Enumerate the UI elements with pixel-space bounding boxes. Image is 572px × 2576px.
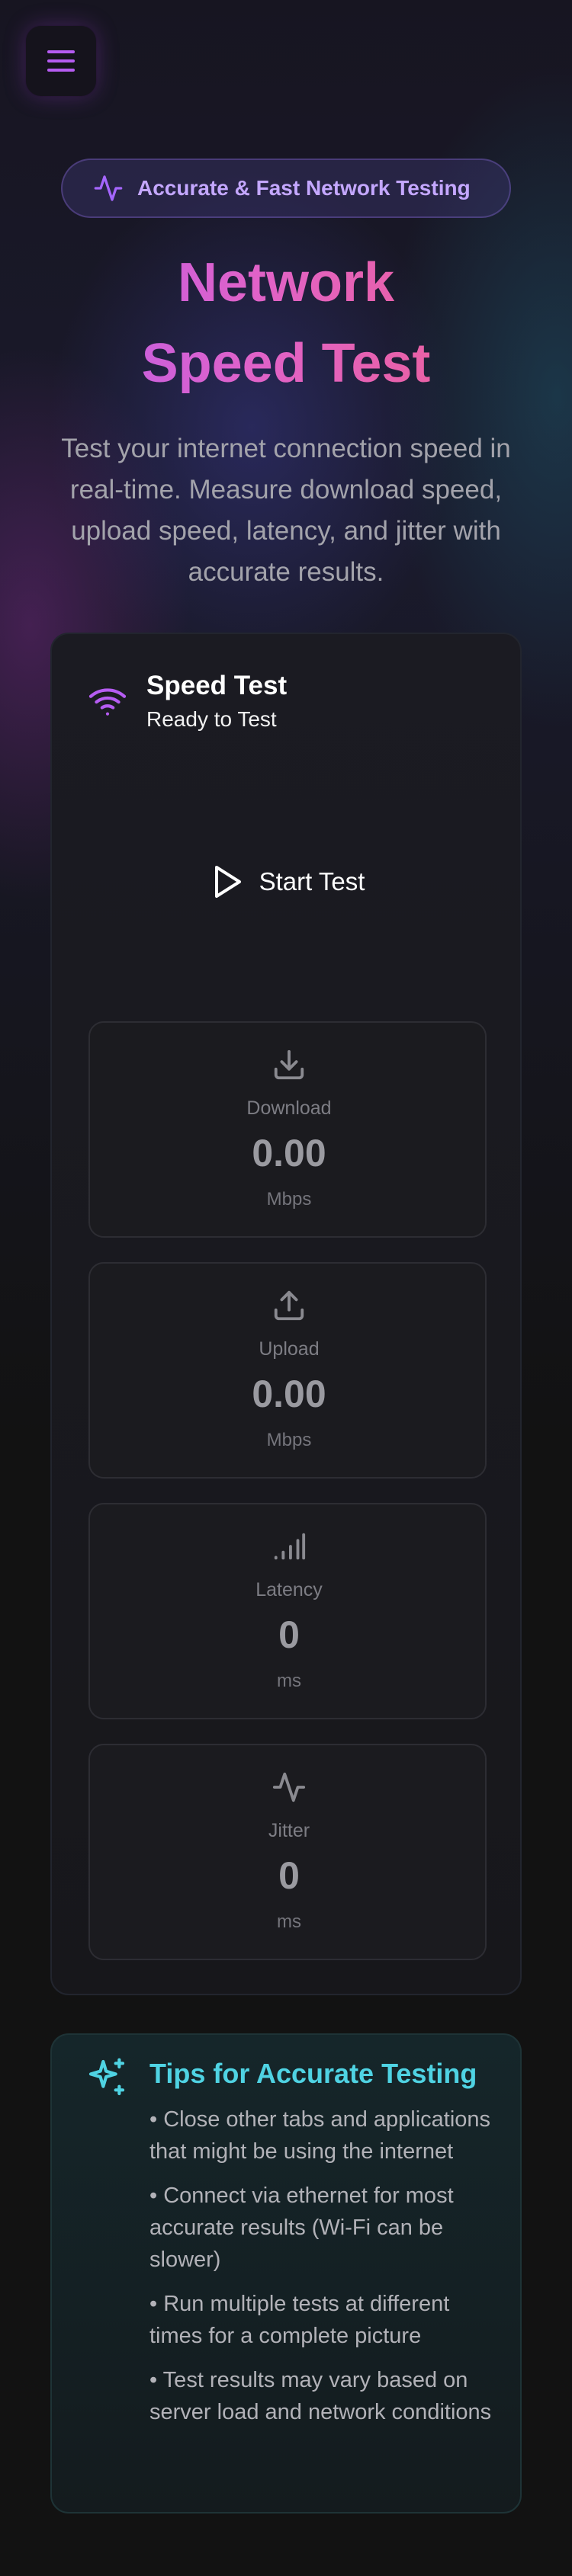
download-unit: Mbps — [266, 1189, 312, 1210]
download-label: Download — [246, 1097, 332, 1119]
tip-item: • Close other tabs and applications that… — [149, 2107, 491, 2164]
signal-bars-icon — [274, 1533, 306, 1560]
page-title: Network Speed Test — [0, 242, 572, 404]
page-subtitle: Test your internet connection speed in r… — [61, 434, 511, 587]
play-icon — [214, 866, 241, 898]
speed-test-title: Speed Test — [146, 671, 288, 700]
download-icon — [274, 1049, 304, 1080]
speed-test-header: Speed Test Ready to Test — [88, 671, 287, 732]
upload-icon — [274, 1290, 304, 1321]
upload-metric: Upload 0.00 Mbps — [88, 1262, 487, 1479]
tips-title: Tips for Accurate Testing — [149, 2058, 477, 2089]
download-metric: Download 0.00 Mbps — [88, 1021, 487, 1238]
title-line-1: Network — [177, 252, 395, 313]
latency-value: 0 — [278, 1613, 300, 1656]
menu-button[interactable] — [26, 26, 96, 96]
latency-unit: ms — [277, 1671, 301, 1691]
tips-list: • Close other tabs and applications that… — [149, 2103, 493, 2440]
start-test-label: Start Test — [259, 867, 365, 896]
upload-label: Upload — [259, 1338, 320, 1360]
feature-badge-text: Accurate & Fast Network Testing — [137, 176, 471, 200]
jitter-metric: Jitter 0 ms — [88, 1744, 487, 1960]
tips-card: Tips for Accurate Testing • Close other … — [50, 2033, 522, 2514]
latency-metric: Latency 0 ms — [88, 1503, 487, 1719]
speed-test-card: Speed Test Ready to Test Start Test Down… — [50, 633, 522, 1995]
upload-value: 0.00 — [252, 1373, 326, 1415]
upload-unit: Mbps — [266, 1430, 312, 1450]
jitter-label: Jitter — [268, 1820, 310, 1841]
speed-test-status: Ready to Test — [146, 707, 277, 731]
activity-pulse-icon — [94, 175, 123, 201]
hamburger-menu-icon — [47, 50, 75, 72]
title-line-2: Speed Test — [141, 333, 431, 394]
jitter-value: 0 — [278, 1854, 300, 1897]
latency-label: Latency — [255, 1579, 323, 1600]
tip-item: • Run multiple tests at different times … — [149, 2292, 450, 2348]
jitter-unit: ms — [277, 1911, 301, 1932]
start-test-button[interactable]: Start Test — [52, 855, 523, 908]
tip-item: • Test results may vary based on server … — [149, 2368, 492, 2424]
download-value: 0.00 — [252, 1132, 326, 1174]
sparkles-icon — [88, 2058, 125, 2096]
tip-item: • Connect via ethernet for most accurate… — [149, 2184, 454, 2272]
wifi-icon — [88, 688, 127, 716]
feature-badge: Accurate & Fast Network Testing — [61, 159, 511, 218]
activity-pulse-icon — [272, 1772, 306, 1802]
